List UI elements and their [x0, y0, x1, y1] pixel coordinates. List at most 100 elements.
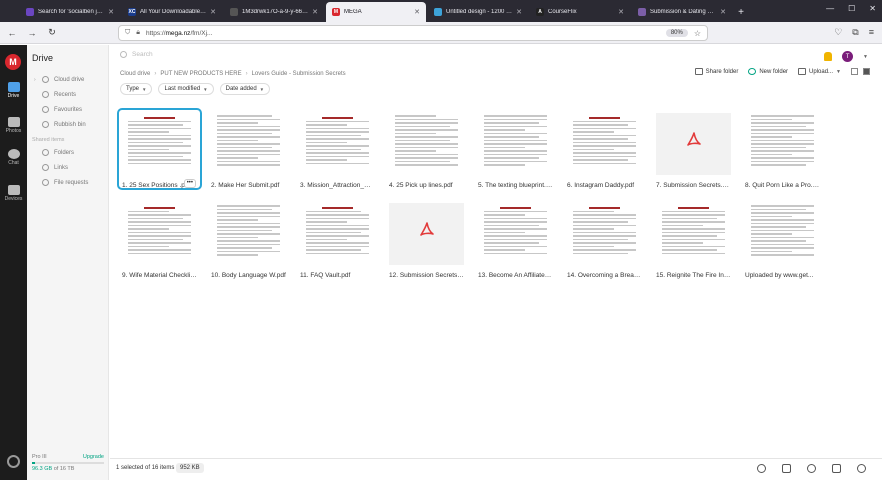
file-card[interactable]: 9. Wife Material Checklist.pdf	[118, 199, 201, 279]
sidebar-item-folders[interactable]: Folders	[34, 149, 74, 156]
browser-tab[interactable]: Submission & Dating Secrets ✕	[632, 2, 732, 22]
file-card[interactable]: 8. Quit Porn Like a Pro.pdf	[741, 109, 824, 189]
file-card[interactable]: 1. 25 Sex Positions .pdf •••	[117, 108, 202, 190]
close-tab-icon[interactable]: ✕	[516, 8, 522, 16]
new-folder-button[interactable]: New folder	[748, 68, 788, 75]
file-card[interactable]: 12. Submission Secrets.pdf	[385, 199, 468, 279]
breadcrumb-item[interactable]: PUT NEW PRODUCTS HERE	[160, 71, 241, 77]
close-tab-icon[interactable]: ✕	[720, 8, 726, 16]
rail-label: Chat	[8, 160, 19, 166]
breadcrumb-item[interactable]: Lovers Guide - Submission Secrets	[252, 71, 346, 77]
heart-icon	[42, 106, 49, 113]
tab-favicon-icon	[638, 8, 646, 16]
rail-item-devices[interactable]: Devices	[0, 185, 27, 202]
notification-bell-icon[interactable]	[824, 52, 833, 61]
sidebar-item-rubbish-bin[interactable]: Rubbish bin	[34, 121, 86, 128]
upload-button[interactable]: Upload... ▼	[798, 68, 841, 75]
breadcrumb-separator: ›	[245, 71, 248, 77]
forward-icon[interactable]: →	[26, 28, 38, 38]
delete-icon[interactable]	[832, 464, 841, 473]
share-link-icon[interactable]	[782, 464, 791, 473]
close-tab-icon[interactable]: ✕	[108, 8, 114, 16]
file-card[interactable]: 2. Make Her Submit.pdf	[207, 109, 290, 189]
browser-tab[interactable]: 1M3drwk17O-a-9-y-66430e8df48c... ✕	[224, 2, 324, 22]
bookmark-star-icon[interactable]: ☆	[694, 29, 701, 38]
file-name: 13. Become An Affiliate.pdf	[478, 272, 553, 279]
sidebar-item-label: File requests	[54, 179, 89, 186]
close-tab-icon[interactable]: ✕	[414, 8, 420, 16]
clock-icon	[42, 91, 49, 98]
close-window-icon[interactable]: ✕	[869, 4, 876, 13]
rail-item-photos[interactable]: Photos	[0, 117, 27, 134]
browser-tab[interactable]: Untitled design - 1200 × 700px ✕	[428, 2, 528, 22]
filter-type[interactable]: Type ▼	[120, 83, 153, 95]
browser-tab[interactable]: A CourseFlix ✕	[530, 2, 630, 22]
file-card[interactable]: 13. Become An Affiliate.pdf	[474, 199, 557, 279]
storage-total: of 16 TB	[52, 466, 75, 472]
upgrade-link[interactable]: Upgrade	[83, 454, 104, 460]
sidebar-item-cloud-drive[interactable]: › Cloud drive	[34, 76, 84, 83]
breadcrumb: Cloud drive › PUT NEW PRODUCTS HERE › Lo…	[120, 71, 346, 77]
file-card[interactable]: 10. Body Language W.pdf	[207, 199, 290, 279]
search-field[interactable]: Search	[120, 51, 153, 58]
settings-icon[interactable]	[7, 455, 20, 468]
sidebar-item-label: Cloud drive	[54, 76, 85, 83]
file-card[interactable]: 4. 25 Pick up lines.pdf	[385, 109, 468, 189]
mega-logo[interactable]: M	[5, 54, 21, 70]
browser-tab[interactable]: M MEGA ✕	[326, 2, 426, 22]
file-card[interactable]: 7. Submission Secrets.pdf	[652, 109, 735, 189]
sidebar-item-recents[interactable]: Recents	[34, 91, 76, 98]
file-card[interactable]: 3. Mission_Attraction_Guide.pdf	[296, 109, 379, 189]
list-view-icon[interactable]	[851, 68, 858, 75]
menu-icon[interactable]: ≡	[869, 27, 874, 38]
close-tab-icon[interactable]: ✕	[210, 8, 216, 16]
storage-meter: Pro III Upgrade 96.3 GB of 16 TB	[32, 454, 104, 472]
breadcrumb-item[interactable]: Cloud drive	[120, 71, 150, 77]
file-card[interactable]: 14. Overcoming a Breakup.pdf	[563, 199, 646, 279]
tab-favicon-icon: XC	[128, 8, 136, 16]
link-icon[interactable]	[807, 464, 816, 473]
filter-date-added[interactable]: Date added ▼	[219, 83, 271, 95]
browser-tab[interactable]: XC All Your Downloadable Files ✕	[122, 2, 222, 22]
grid-view-icon[interactable]	[863, 68, 870, 75]
rail-item-drive[interactable]: Drive	[0, 82, 27, 99]
sidebar-item-file-requests[interactable]: File requests	[34, 179, 88, 186]
file-name: 5. The texting blueprint.pdf	[478, 182, 553, 189]
close-tab-icon[interactable]: ✕	[312, 8, 318, 16]
cloud-icon	[42, 76, 49, 83]
file-card[interactable]: 5. The texting blueprint.pdf	[474, 109, 557, 189]
more-options-icon[interactable]	[857, 464, 866, 473]
browser-tab[interactable]: Search for 'socialben jack dems' ✕	[20, 2, 120, 22]
back-icon[interactable]: ←	[6, 28, 18, 38]
file-card[interactable]: 11. FAQ Vault.pdf	[296, 199, 379, 279]
file-card[interactable]: 15. Reignite The Fire In Your Relationsh…	[652, 199, 735, 279]
download-icon[interactable]	[757, 464, 766, 473]
chevron-down-icon[interactable]: ▼	[863, 54, 868, 60]
selection-size: 952 KB	[176, 463, 204, 473]
shield-icon: ⛉	[125, 29, 131, 36]
new-tab-icon[interactable]: +	[734, 2, 748, 22]
file-name: 14. Overcoming a Breakup.pdf	[567, 272, 642, 279]
maximize-icon[interactable]: ☐	[848, 4, 855, 13]
plan-name: Pro III	[32, 454, 47, 460]
file-card[interactable]: 6. Instagram Daddy.pdf	[563, 109, 646, 189]
more-options-icon[interactable]: •••	[183, 179, 196, 188]
extensions-icon[interactable]: ⧉	[852, 27, 858, 38]
reload-icon[interactable]: ↻	[46, 27, 58, 38]
avatar[interactable]: T	[842, 51, 854, 62]
sidebar-item-links[interactable]: Links	[34, 164, 68, 171]
share-folder-button[interactable]: Share folder	[694, 68, 738, 75]
minimize-icon[interactable]: —	[826, 4, 834, 13]
filter-last-modified[interactable]: Last modified ▼	[158, 83, 214, 95]
sidebar-item-favourites[interactable]: Favourites	[34, 106, 82, 113]
zoom-level[interactable]: 80%	[665, 29, 688, 37]
file-card[interactable]: Uploaded by www.get...	[741, 199, 824, 279]
close-tab-icon[interactable]: ✕	[618, 8, 624, 16]
rail-item-chat[interactable]: Chat	[0, 149, 27, 166]
chevron-right-icon[interactable]: ›	[34, 77, 37, 83]
sidebar-title: Drive	[32, 53, 54, 63]
file-name: 6. Instagram Daddy.pdf	[567, 182, 635, 189]
address-bar[interactable]: ⛉ 🔒︎ https://mega.nz/fm/Xj... 80% ☆	[118, 25, 708, 41]
pocket-icon[interactable]: ♡	[834, 27, 842, 38]
file-thumbnail	[389, 113, 464, 175]
